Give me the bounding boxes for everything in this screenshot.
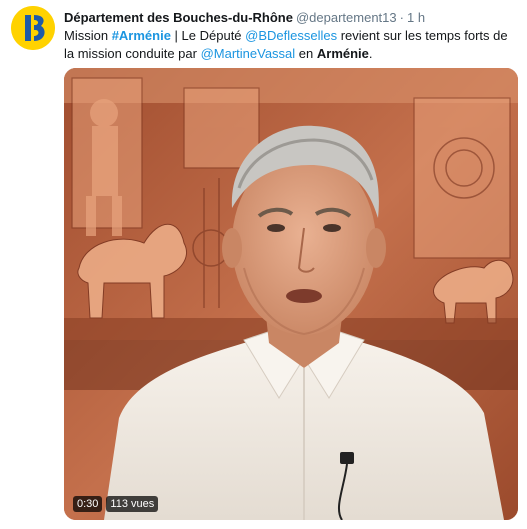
- author-name[interactable]: Département des Bouches-du-Rhône: [64, 10, 293, 25]
- video-frame: [64, 68, 518, 520]
- hashtag-link[interactable]: #Arménie: [112, 28, 171, 43]
- tweet-timestamp[interactable]: 1 h: [407, 10, 425, 25]
- text-segment: Mission: [64, 28, 112, 43]
- departement-13-logo-icon: [11, 6, 55, 50]
- tweet[interactable]: Département des Bouches-du-Rhône @departe…: [0, 0, 527, 529]
- text-segment: en: [295, 46, 317, 61]
- video-player[interactable]: 0:30 113 vues: [64, 68, 518, 520]
- mention-link-vassal[interactable]: @MartineVassal: [201, 46, 296, 61]
- text-segment: | Le Député: [170, 28, 246, 43]
- text-segment: .: [368, 46, 373, 61]
- header-separator: ·: [399, 10, 404, 25]
- video-views-badge: 113 vues: [106, 496, 159, 512]
- video-duration-badge: 0:30: [73, 496, 103, 512]
- tweet-header: Département des Bouches-du-Rhône @departe…: [64, 9, 425, 27]
- author-handle[interactable]: @departement13: [296, 10, 397, 25]
- avatar[interactable]: [11, 6, 55, 50]
- bold-text: Arménie: [316, 46, 369, 61]
- video-badges: 0:30 113 vues: [73, 496, 159, 512]
- mention-link-deflesselles[interactable]: @BDeflesselles: [245, 28, 337, 43]
- tweet-text: Mission #Arménie | Le Député @BDeflessel…: [64, 27, 519, 63]
